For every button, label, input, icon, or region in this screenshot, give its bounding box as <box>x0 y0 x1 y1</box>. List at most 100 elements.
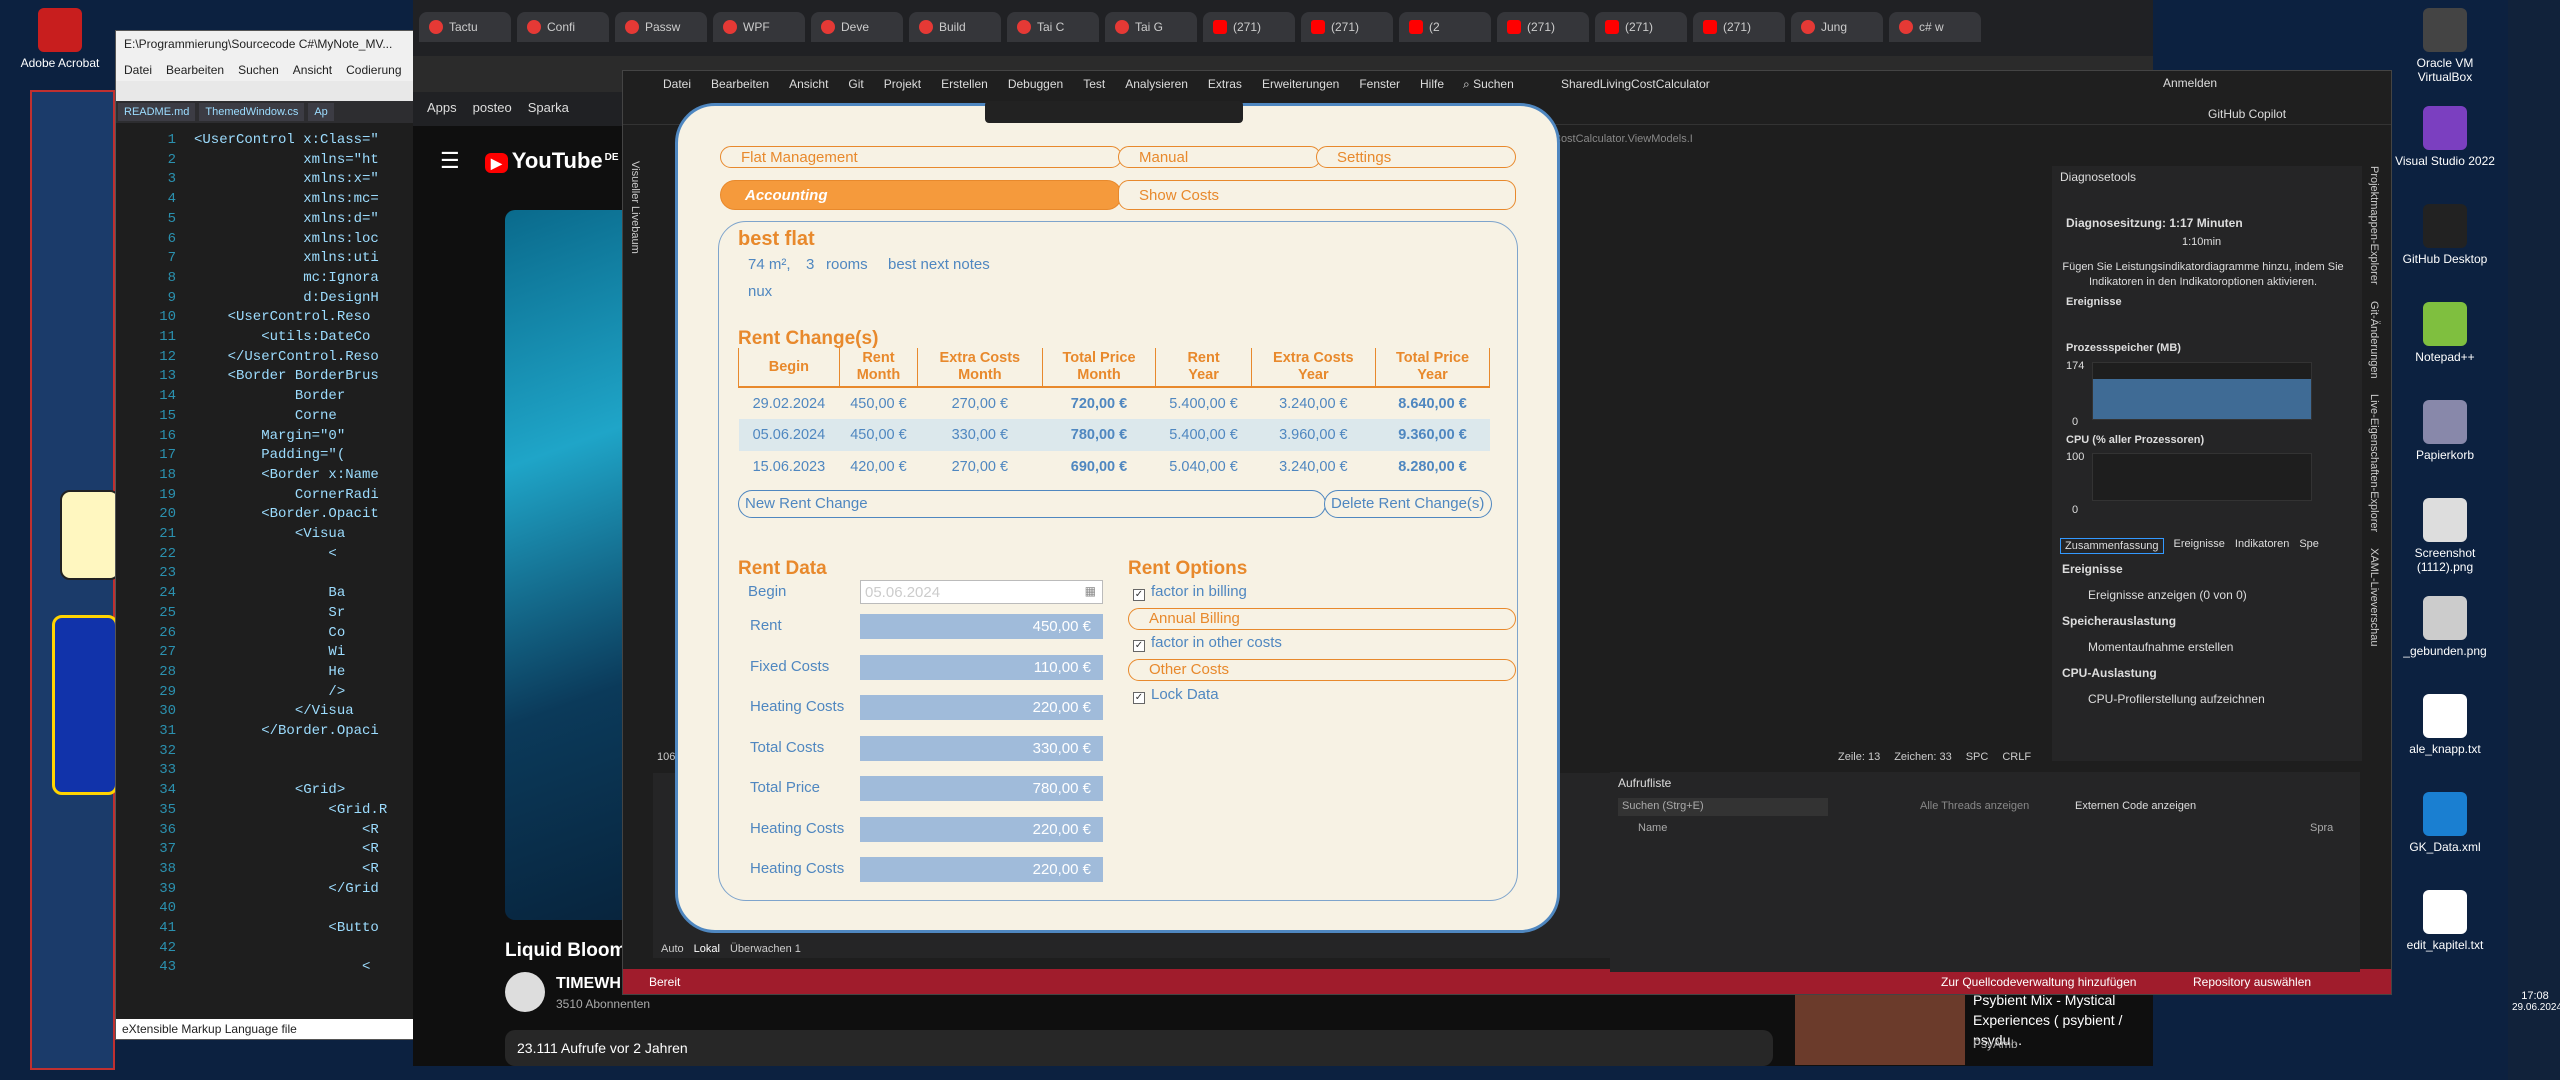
nav-show-costs[interactable]: Show Costs <box>1118 180 1516 210</box>
zoom-level[interactable]: 106 <box>657 751 675 763</box>
desktop-shortcut[interactable]: Screenshot (1112).png <box>2395 498 2495 574</box>
desktop-shortcut[interactable]: GK_Data.xml <box>2395 792 2495 854</box>
menu-item[interactable]: Suchen <box>238 63 279 77</box>
status-source-control[interactable]: Zur Quellcodeverwaltung hinzufügen <box>1941 975 2136 989</box>
vs-menu-item[interactable]: Analysieren <box>1125 77 1188 91</box>
vs-menu-item[interactable]: Test <box>1083 77 1105 91</box>
desktop-shortcut[interactable]: _gebunden.png <box>2395 596 2495 658</box>
show-events-link[interactable]: Ereignisse anzeigen (0 von 0) <box>2088 588 2247 602</box>
table-row[interactable]: 29.02.2024 450,00 € 270,00 € 720,00 € 5.400,… <box>739 387 1490 419</box>
rent-field-value[interactable]: 780,00 € <box>860 776 1103 801</box>
shared-living-cost-calculator[interactable]: Flat Management Manual Settings Accounti… <box>675 103 1560 933</box>
nav-accounting[interactable]: Accounting <box>720 180 1122 210</box>
channel-avatar[interactable] <box>505 972 545 1012</box>
browser-tab[interactable]: (271) <box>1595 12 1687 42</box>
vs-menu-item[interactable]: Erstellen <box>941 77 988 91</box>
browser-tab[interactable]: Jung <box>1791 12 1883 42</box>
menu-item[interactable]: Codierung <box>346 63 401 77</box>
bookmark[interactable]: posteo <box>473 100 512 118</box>
calendar-icon[interactable]: ▦ <box>1085 584 1096 598</box>
diagnostics-panel[interactable]: Diagnosetools Diagnosesitzung: 1:17 Minu… <box>2052 166 2362 761</box>
vs-menu-item[interactable]: Bearbeiten <box>711 77 769 91</box>
rent-changes-table[interactable]: Begin Rent Month Extra Costs Month Total Pric… <box>738 348 1490 483</box>
status-repository[interactable]: Repository auswählen <box>2193 975 2311 989</box>
desktop-shortcut[interactable]: Oracle VM VirtualBox <box>2395 8 2495 84</box>
table-row[interactable]: 05.06.2024 450,00 €330,00 €780,00 €5.400,… <box>738 419 1490 451</box>
notepad-window[interactable]: E:\Programmierung\Sourcecode C#\MyNote_M… <box>115 30 415 1040</box>
callstack-panel[interactable]: Aufrufliste Suchen (Strg+E) Alle Threads… <box>1610 772 2360 972</box>
factor-billing-checkbox[interactable]: ✓ factor in billing <box>1133 583 1247 601</box>
annual-billing-button[interactable]: Annual Billing <box>1128 608 1516 630</box>
vs-menu-item[interactable]: Git <box>848 77 863 91</box>
vs-menu-item[interactable]: Erweiterungen <box>1262 77 1339 91</box>
youtube-logo[interactable]: ▶ YouTube DE <box>485 148 619 174</box>
vs-left-sidetab[interactable]: Visueller Livebaum <box>629 161 641 254</box>
tab-auto[interactable]: Auto <box>661 943 684 955</box>
browser-tab[interactable]: (271) <box>1301 12 1393 42</box>
sidetab[interactable]: Live-Eigenschaften-Explorer <box>2368 394 2380 532</box>
table-row[interactable]: 15.06.2023 420,00 € 270,00 € 690,00 € 5.040,… <box>739 451 1490 483</box>
column-header[interactable]: Total Price Month <box>1041 348 1157 388</box>
column-header[interactable]: Rent Month <box>838 348 919 388</box>
tab-events[interactable]: Ereignisse <box>2174 538 2225 554</box>
tab-summary[interactable]: Zusammenfassung <box>2060 538 2164 554</box>
signin-button[interactable]: Anmelden <box>2163 76 2217 90</box>
desktop-shortcut[interactable]: Papierkorb <box>2395 400 2495 462</box>
file-tab[interactable]: ThemedWindow.cs <box>199 103 305 121</box>
browser-tab[interactable]: (271) <box>1203 12 1295 42</box>
recommended-video[interactable]: Psybient Mix - Mystical Experiences ( ps… <box>1795 985 2155 1065</box>
file-tab[interactable]: README.md <box>118 103 196 121</box>
vs-search[interactable]: ⌕ Suchen <box>1463 77 1514 92</box>
browser-tab[interactable]: Deve <box>811 12 903 42</box>
vs-menu-item[interactable]: Datei <box>663 77 691 91</box>
desktop-shortcut[interactable]: Notepad++ <box>2395 302 2495 364</box>
external-code-toggle[interactable]: Externen Code anzeigen <box>2075 800 2196 812</box>
desktop-shortcut[interactable]: edit_kapitel.txt <box>2395 890 2495 952</box>
browser-tab[interactable]: Passw <box>615 12 707 42</box>
bookmark[interactable]: Apps <box>427 100 457 118</box>
column-header[interactable]: Rent Year <box>1155 348 1252 388</box>
browser-tab[interactable]: WPF <box>713 12 805 42</box>
rent-field-value[interactable]: 220,00 € <box>860 816 1103 842</box>
tab-watch[interactable]: Überwachen 1 <box>730 943 801 955</box>
rent-field-value[interactable]: 330,00 € <box>860 735 1103 761</box>
browser-tab[interactable]: Confi <box>517 12 609 42</box>
browser-tab[interactable]: Build <box>909 12 1001 42</box>
vs-menu-item[interactable]: Fenster <box>1359 77 1400 91</box>
new-rent-change-button[interactable]: New Rent Change <box>738 490 1326 518</box>
app-debug-toolbar[interactable] <box>985 101 1243 123</box>
factor-other-checkbox[interactable]: ✓ factor in other costs <box>1133 634 1282 652</box>
desktop-shortcut[interactable]: ale_knapp.txt <box>2395 694 2495 756</box>
browser-tab[interactable]: (2 <box>1399 12 1491 42</box>
sidetab[interactable]: Git-Änderungen <box>2368 301 2380 379</box>
taskbar-clock[interactable]: 17:08 29.06.2024 <box>2512 990 2560 1013</box>
vs-menu-item[interactable]: Ansicht <box>789 77 828 91</box>
lock-data-checkbox[interactable]: ✓ Lock Data <box>1133 686 1219 704</box>
profile-link[interactable]: CPU-Profilerstellung aufzeichnen <box>2088 692 2265 706</box>
channel-name[interactable]: TIMEWH <box>556 975 621 993</box>
browser-tab[interactable]: Tactu <box>419 12 511 42</box>
browser-tab[interactable]: (271) <box>1497 12 1589 42</box>
desktop-shortcut[interactable]: Visual Studio 2022 <box>2395 106 2495 168</box>
browser-tab[interactable]: Tai G <box>1105 12 1197 42</box>
copilot-button[interactable]: GitHub Copilot <box>2208 107 2286 121</box>
menu-item[interactable]: Datei <box>124 63 152 77</box>
other-costs-button[interactable]: Other Costs <box>1128 659 1516 681</box>
desktop-shortcut[interactable]: GitHub Desktop <box>2395 204 2495 266</box>
vs-menu-item[interactable]: Projekt <box>884 77 921 91</box>
snapshot-link[interactable]: Momentaufnahme erstellen <box>2088 640 2233 654</box>
column-header[interactable]: Begin <box>738 348 840 388</box>
file-tab[interactable]: Ap <box>308 103 334 121</box>
nav-manual[interactable]: Manual <box>1118 146 1321 168</box>
delete-rent-change-button[interactable]: Delete Rent Change(s) <box>1324 490 1492 518</box>
tab-counters[interactable]: Indikatoren <box>2235 538 2289 554</box>
browser-tab[interactable]: Tai C <box>1007 12 1099 42</box>
column-header[interactable]: Extra Costs Year <box>1250 348 1377 388</box>
column-header[interactable]: Total Price Year <box>1375 348 1490 388</box>
tab-memory[interactable]: Spe <box>2299 538 2319 554</box>
rent-field-value[interactable]: 110,00 € <box>860 654 1103 680</box>
threads-toggle[interactable]: Alle Threads anzeigen <box>1920 800 2029 812</box>
sidetab[interactable]: XAML-Liveverschau <box>2368 548 2380 646</box>
browser-tab[interactable]: c# w <box>1889 12 1981 42</box>
code-editor[interactable]: 1 <UserControl x:Class=" 2 xmlns="ht 3 xmln… <box>116 123 414 983</box>
